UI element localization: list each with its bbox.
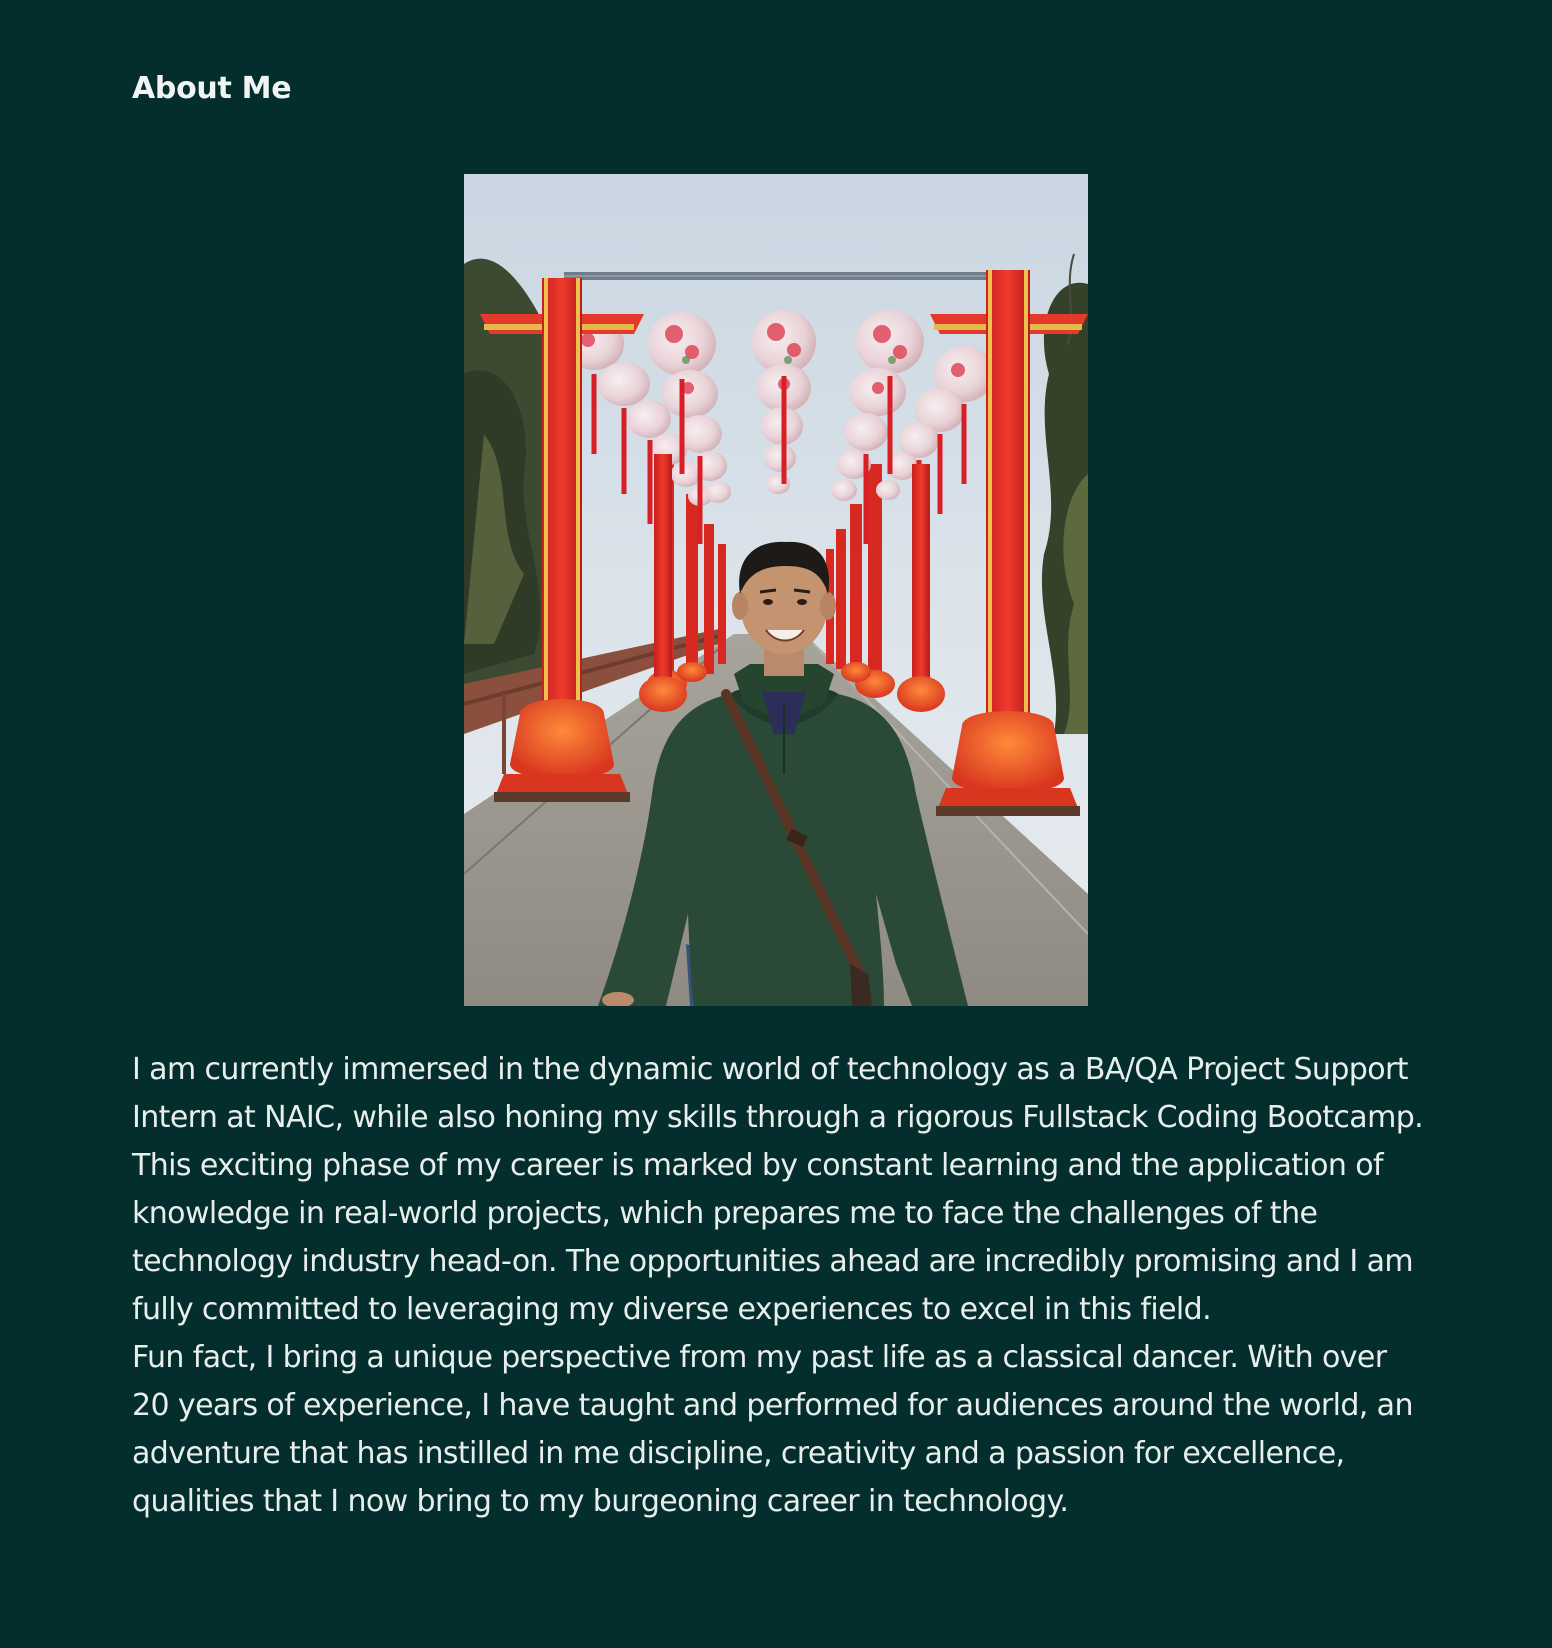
- about-me-heading: About Me: [132, 71, 292, 106]
- about-me-section: About Me I am currently immersed in the …: [0, 0, 1552, 1648]
- about-me-bio: I am currently immersed in the dynamic w…: [132, 1046, 1432, 1526]
- bio-paragraph: I am currently immersed in the dynamic w…: [132, 1052, 1424, 1327]
- bio-paragraph: Fun fact, I bring a unique perspective f…: [132, 1340, 1413, 1519]
- profile-photo: [464, 174, 1088, 1006]
